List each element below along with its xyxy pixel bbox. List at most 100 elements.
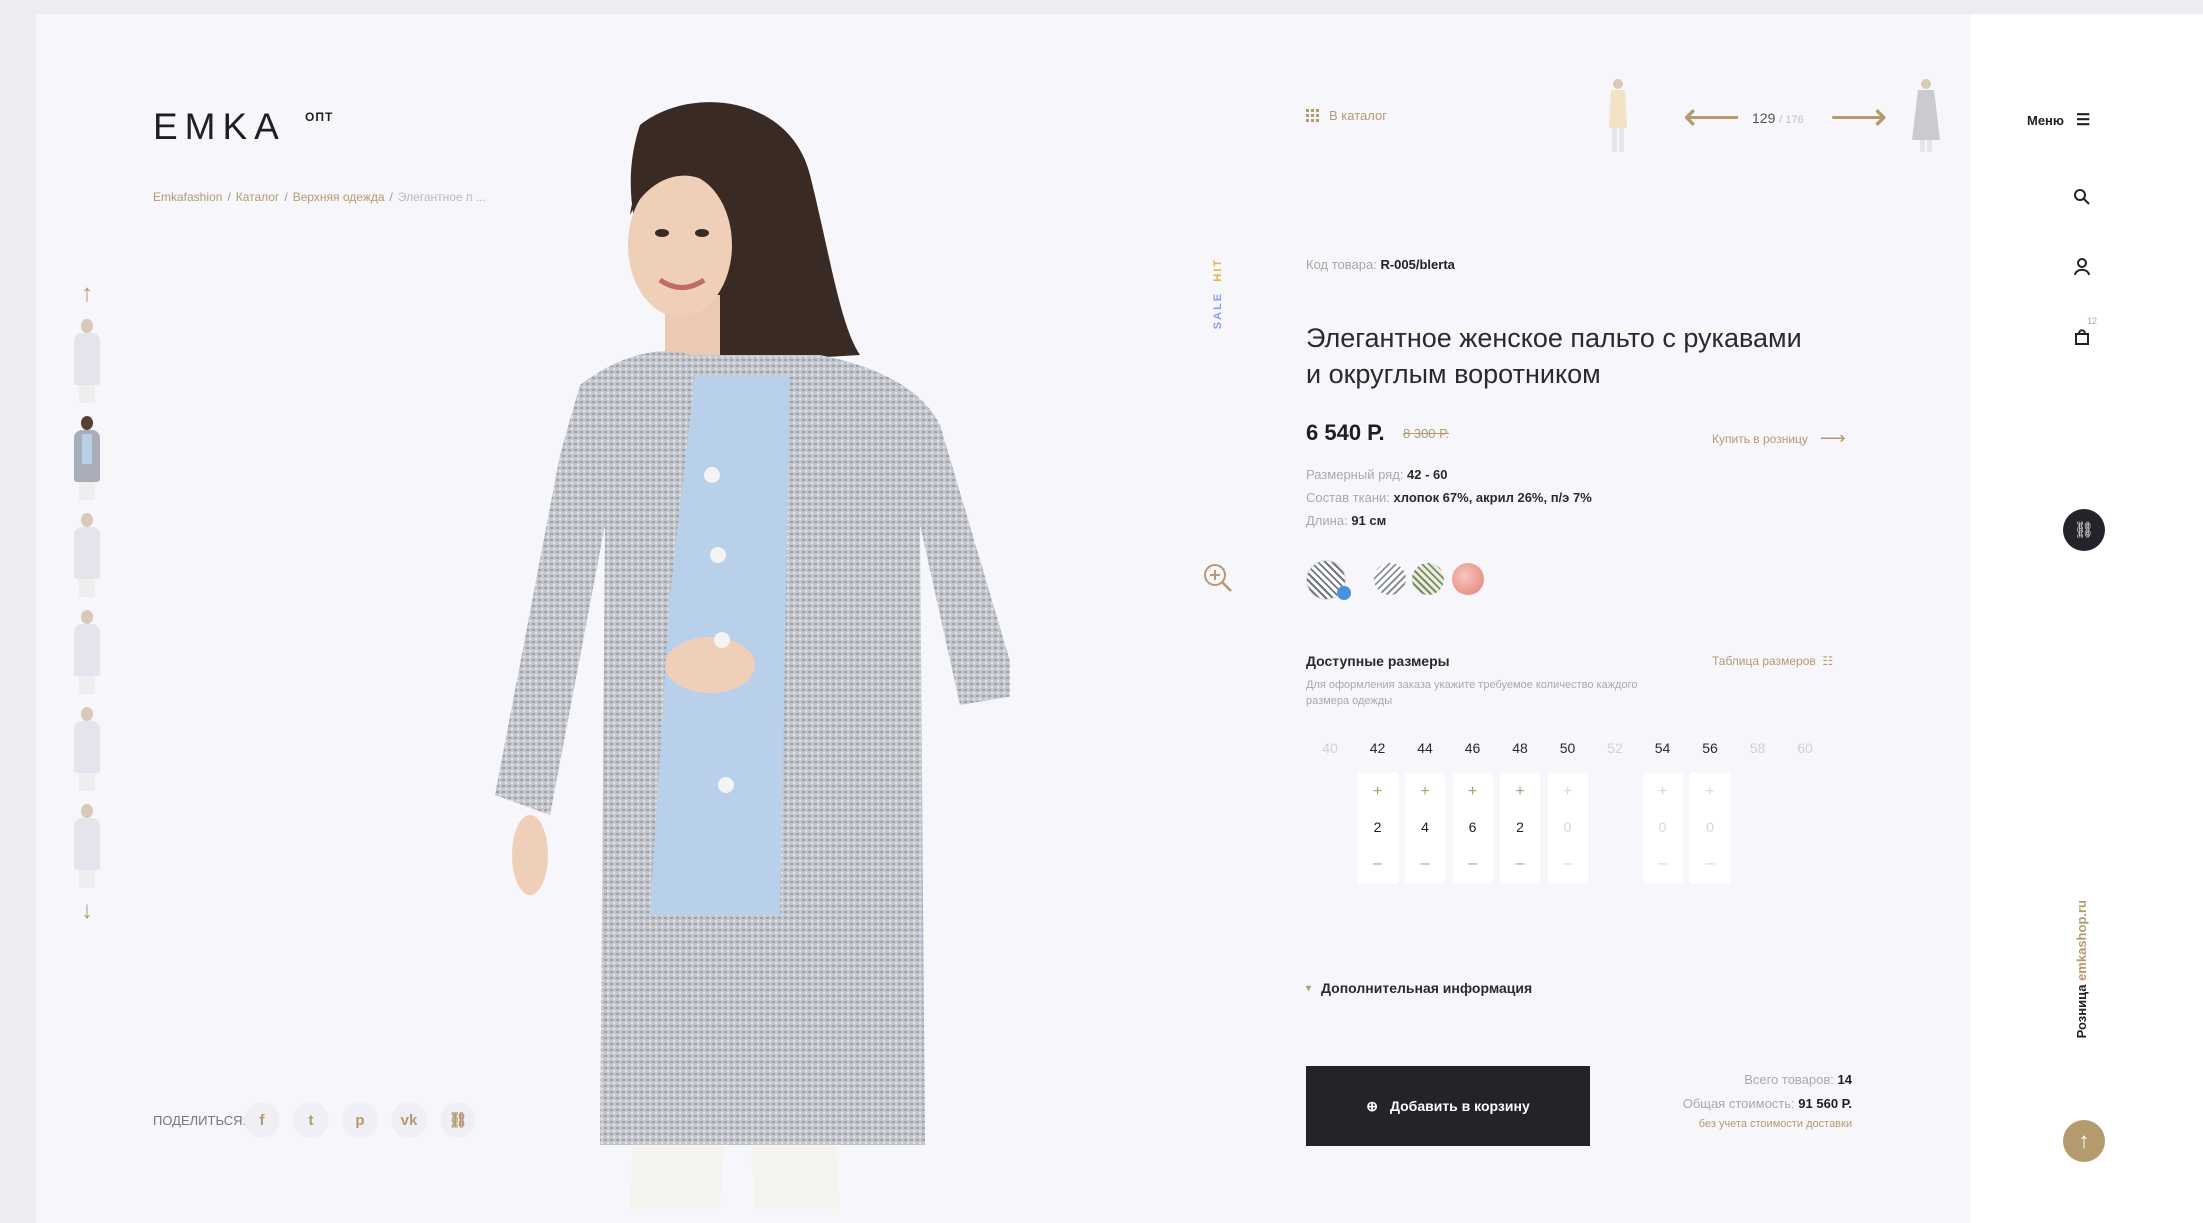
vk-icon[interactable]: vk [391,1102,427,1138]
search-icon[interactable] [2071,186,2093,208]
next-arrow-icon[interactable]: ⟶ [1830,97,1887,137]
product-image [495,102,1010,1209]
quantity-stepper: +6 – [1452,773,1493,883]
size-label: 52 [1607,740,1623,756]
back-to-catalog-link[interactable]: В каталог [1306,108,1387,123]
additional-info-label: Дополнительная информация [1321,980,1533,996]
cart-icon: ⊕ [1366,1097,1378,1114]
quantity-value[interactable]: 0 [1643,819,1683,835]
increment-button[interactable]: + [1690,783,1730,801]
product-counter: 129 / 176 [1752,110,1804,126]
quantity-value[interactable]: 2 [1358,819,1398,835]
brand-logo-sup: ОПТ [305,110,334,124]
decrement-button[interactable]: – [1405,855,1445,873]
hamburger-icon: ☰ [2076,112,2091,129]
increment-button[interactable]: + [1500,783,1540,801]
add-to-cart-button[interactable]: ⊕ Добавить в корзину [1306,1066,1590,1146]
sale-hit-tag: SALE HIT [1212,258,1224,329]
quantity-value[interactable]: 4 [1405,819,1445,835]
total-cost: Общая стоимость: 91 560 Р. [1682,1096,1852,1111]
size-label: 42 [1369,740,1386,756]
menu-label: Меню [2027,112,2065,128]
thumbnail[interactable] [62,800,112,890]
product-title-line2: и округлым воротником [1306,359,1601,389]
size-label: 50 [1559,740,1576,756]
catalog-label: В каталог [1329,108,1387,123]
shopping-bag-icon[interactable] [2071,326,2093,348]
color-swatch[interactable] [1412,563,1444,595]
scroll-top-button[interactable]: ↑ [2063,1120,2105,1162]
copy-link-button[interactable]: ⛓ [2063,509,2105,551]
link-icon[interactable]: ⛓ [440,1102,476,1138]
thumbnail[interactable] [62,703,112,793]
sku-value: R-005/blerta [1380,257,1455,272]
user-icon[interactable] [2071,256,2093,278]
quantity-stepper: +0 – [1642,773,1683,883]
buy-retail-link[interactable]: Купить в розницу ⟶ [1712,428,1846,449]
decrement-button[interactable]: – [1358,855,1398,873]
increment-button[interactable]: + [1358,783,1398,801]
old-price: 8 300 Р. [1403,426,1449,441]
brand-logo[interactable]: EMKA [153,106,286,148]
retail-site-domain: emkashop.ru [2074,900,2089,981]
breadcrumb-current: Элегантное п ... [397,190,486,204]
product-sku: Код товара: R-005/blerta [1306,257,1455,272]
thumbnail[interactable] [62,315,112,405]
quantity-value[interactable]: 0 [1690,819,1730,835]
share-label: ПОДЕЛИТЬСЯ: [153,1113,247,1128]
spec-size-range: Размерный ряд: 42 - 60 [1306,467,1448,482]
quantity-value[interactable]: 0 [1548,819,1588,835]
breadcrumb-outerwear[interactable]: Верхняя одежда [293,190,385,204]
retail-site-label: Розница [2074,980,2089,1039]
next-product-thumb[interactable] [1908,78,1944,154]
prev-arrow-icon[interactable]: ⟵ [1683,97,1740,137]
decrement-button[interactable]: – [1548,855,1588,873]
size-label: 48 [1512,740,1528,756]
retail-site-link[interactable]: Розница emkashop.ru [2074,900,2089,1038]
pinterest-icon[interactable]: p [342,1102,378,1138]
size-label: 44 [1417,740,1433,756]
caret-icon: ▾ [1306,982,1312,994]
quantity-stepper: +0 – [1547,773,1588,883]
product-price: 6 540 Р. [1306,420,1385,445]
decrement-button[interactable]: – [1500,855,1540,873]
decrement-button[interactable]: – [1643,855,1683,873]
counter-current: 129 [1752,110,1776,126]
prev-product-thumb[interactable] [1600,78,1636,154]
arrow-right-icon: ⟶ [1819,428,1846,448]
total-items: Всего товаров: 14 [1744,1072,1852,1087]
size-table-link[interactable]: Таблица размеров ☷ [1712,654,1833,668]
additional-info-toggle[interactable]: ▾ Дополнительная информация [1306,980,1532,996]
breadcrumb-catalog[interactable]: Каталог [236,190,280,204]
thumbnail[interactable] [62,509,112,599]
twitter-icon[interactable]: t [293,1102,329,1138]
facebook-icon[interactable]: f [244,1102,280,1138]
increment-button[interactable]: + [1643,783,1683,801]
decrement-button[interactable]: – [1453,855,1493,873]
size-label: 46 [1464,740,1481,756]
arrow-down-icon[interactable]: ↓ [62,897,112,925]
breadcrumb-home[interactable]: Emkafashion [153,190,222,204]
sizes-heading: Доступные размеры [1306,653,1450,669]
color-swatch[interactable] [1452,563,1484,595]
counter-total: / 176 [1779,114,1804,126]
delivery-note: без учета стоимости доставки [1698,1118,1852,1130]
zoom-icon[interactable] [1200,560,1236,596]
thumbnail[interactable] [62,606,112,696]
increment-button[interactable]: + [1453,783,1493,801]
add-to-cart-label: Добавить в корзину [1389,1098,1530,1114]
cart-badge: 12 [2087,316,2098,326]
size-label: 54 [1654,740,1671,756]
decrement-button[interactable]: – [1690,855,1730,873]
sizes-note: Для оформления заказа укажите требуемое … [1306,679,1638,707]
increment-button[interactable]: + [1405,783,1445,801]
selected-dot [1337,586,1351,600]
thumbnail-active[interactable] [62,412,112,502]
arrow-up-icon[interactable]: ↑ [62,280,112,308]
menu-button[interactable]: Меню ☰ [2027,110,2090,130]
increment-button[interactable]: + [1548,783,1588,801]
quantity-value[interactable]: 6 [1453,819,1493,835]
color-swatch[interactable] [1374,563,1406,595]
quantity-value[interactable]: 2 [1500,819,1540,835]
size-table-label: Таблица размеров [1712,654,1816,668]
